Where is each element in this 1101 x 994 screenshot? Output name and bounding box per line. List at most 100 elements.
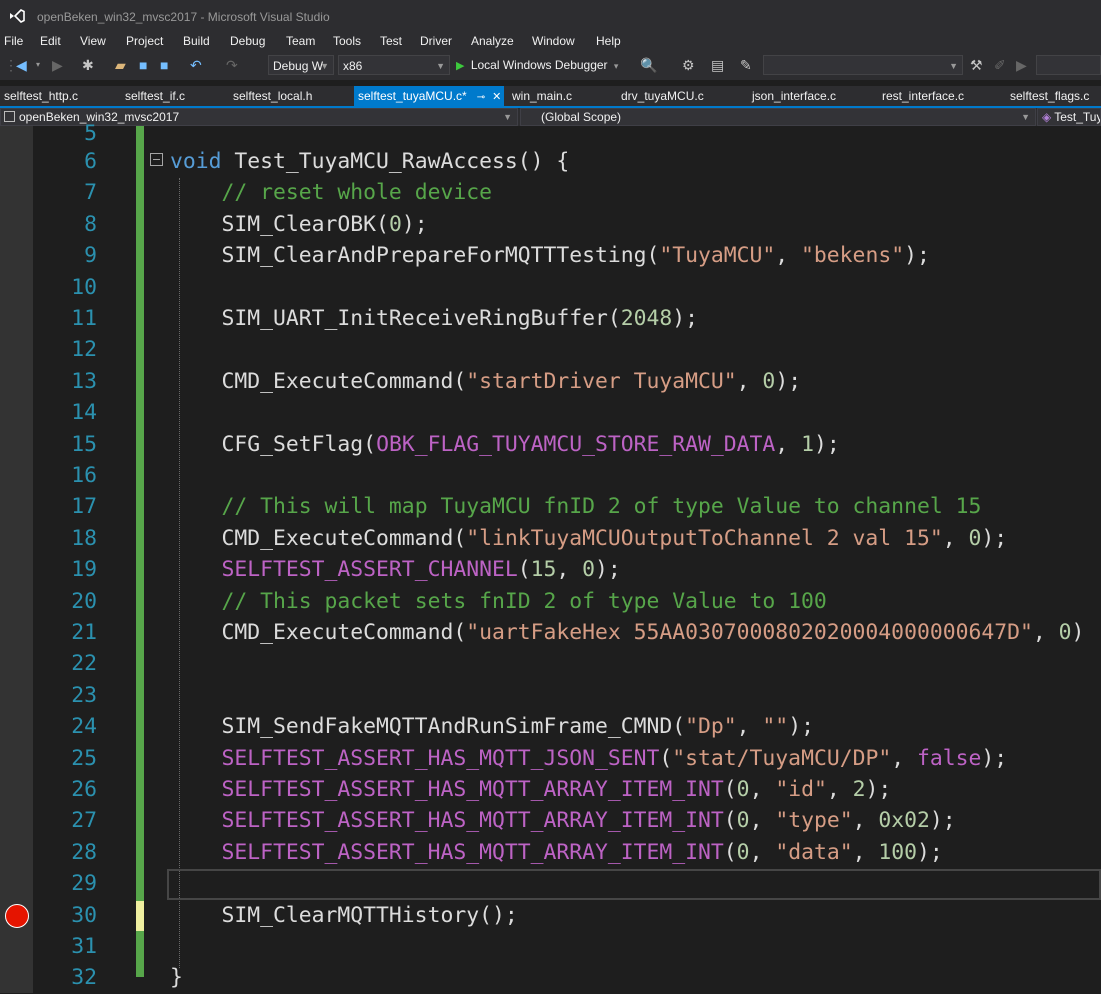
code-line: 25 SELFTEST_ASSERT_HAS_MQTT_JSON_SENT("s… bbox=[0, 743, 1101, 774]
line-number: 30 bbox=[71, 902, 97, 928]
code-token: 0 bbox=[762, 368, 776, 394]
code-line: 23 bbox=[0, 680, 1101, 711]
code-text: SELFTEST_ASSERT_HAS_MQTT_ARRAY_ITEM_INT(… bbox=[170, 837, 943, 868]
pin-icon[interactable]: ⊸ bbox=[477, 92, 485, 103]
tab-drv-tuyamcu[interactable]: drv_tuyaMCU.c bbox=[621, 86, 704, 106]
tab-label: rest_interface.c bbox=[882, 89, 965, 103]
start-debugger-button[interactable]: ▶ Local Windows Debugger ▾ bbox=[456, 56, 618, 74]
line-number: 24 bbox=[71, 714, 97, 740]
code-line: 22 bbox=[0, 648, 1101, 679]
search-combo[interactable] bbox=[1036, 55, 1101, 75]
menu-analyze[interactable]: Analyze bbox=[471, 34, 514, 48]
code-editor[interactable]: 5 6 void Test_TuyaMCU_RawAccess() {7 // r… bbox=[0, 121, 1101, 993]
code-text: SIM_UART_InitReceiveRingBuffer(2048); bbox=[170, 303, 699, 334]
line-number: 19 bbox=[71, 557, 97, 583]
code-line: 16 bbox=[0, 460, 1101, 491]
menu-edit[interactable]: Edit bbox=[40, 34, 61, 48]
navigate-back-icon[interactable]: ◀ bbox=[16, 57, 27, 73]
find-combo[interactable]: ▼ bbox=[763, 55, 963, 75]
tab-rest-interface[interactable]: rest_interface.c bbox=[882, 86, 964, 106]
code-token: OBK_FLAG_TUYAMCU_STORE_RAW_DATA bbox=[376, 431, 776, 457]
code-token: 0x02 bbox=[878, 808, 930, 834]
save-all-icon[interactable]: ■ bbox=[160, 57, 168, 73]
line-number: 25 bbox=[71, 745, 97, 771]
new-project-icon[interactable]: ✱ bbox=[82, 57, 94, 73]
tab-json-interface[interactable]: json_interface.c bbox=[752, 86, 836, 106]
code-token: ); bbox=[981, 745, 1008, 771]
chevron-down-icon: ▼ bbox=[436, 61, 445, 71]
chevron-down-icon: ▾ bbox=[613, 61, 619, 71]
code-token: ( bbox=[723, 808, 737, 834]
attach-icon[interactable]: ⚙ bbox=[682, 57, 695, 73]
menu-driver[interactable]: Driver bbox=[420, 34, 452, 48]
navigate-forward-icon[interactable]: ▶ bbox=[52, 57, 63, 73]
menu-team[interactable]: Team bbox=[286, 34, 315, 48]
code-line: 19 SELFTEST_ASSERT_CHANNEL(15, 0); bbox=[0, 554, 1101, 585]
code-token: , bbox=[749, 808, 776, 834]
title-bar: openBeken_win32_mvsc2017 - Microsoft Vis… bbox=[0, 0, 1101, 32]
find-in-files-icon[interactable]: 🔍 bbox=[640, 57, 657, 73]
code-token: ( bbox=[723, 839, 737, 865]
tab-win-main[interactable]: win_main.c bbox=[512, 86, 572, 106]
tools-icon[interactable]: ⚒ bbox=[970, 57, 983, 73]
menu-file[interactable]: File bbox=[4, 34, 23, 48]
pencil-icon[interactable]: ✐ bbox=[994, 57, 1006, 73]
save-icon[interactable]: ■ bbox=[139, 57, 147, 73]
code-token: "id" bbox=[775, 777, 827, 802]
code-token: // reset whole device bbox=[221, 180, 492, 206]
run-icon[interactable]: ▶ bbox=[1016, 57, 1027, 73]
code-line: 15 CFG_SetFlag(OBK_FLAG_TUYAMCU_STORE_RA… bbox=[0, 429, 1101, 460]
comment-icon[interactable]: ▤ bbox=[711, 57, 724, 73]
code-token: ); bbox=[904, 243, 930, 269]
line-number: 28 bbox=[71, 839, 97, 865]
close-icon[interactable]: ✕ bbox=[492, 91, 501, 103]
menu-test[interactable]: Test bbox=[380, 34, 402, 48]
code-token: , bbox=[556, 557, 583, 583]
menu-build[interactable]: Build bbox=[183, 34, 210, 48]
code-text: // reset whole device bbox=[170, 177, 492, 208]
bookmark-icon[interactable]: ✎ bbox=[740, 57, 752, 73]
code-token: , bbox=[852, 839, 879, 865]
code-token: SELFTEST_ASSERT_HAS_MQTT_ARRAY_ITEM_INT bbox=[221, 808, 724, 834]
solution-configuration-select[interactable]: Debug W ▼ bbox=[268, 55, 334, 75]
code-text: // This will map TuyaMCU fnID 2 of type … bbox=[170, 491, 982, 522]
back-dropdown-icon[interactable]: ▾ bbox=[36, 57, 40, 73]
code-token: 0 bbox=[968, 525, 982, 551]
code-token: // This will map TuyaMCU fnID 2 of type … bbox=[221, 494, 982, 520]
code-token: "Dp" bbox=[685, 714, 737, 740]
code-line: 31 bbox=[0, 931, 1101, 962]
tab-label: selftest_flags.c bbox=[1010, 89, 1090, 103]
menu-window[interactable]: Window bbox=[532, 34, 575, 48]
open-file-icon[interactable]: ▰ bbox=[115, 57, 126, 73]
tab-selftest-flags[interactable]: selftest_flags.c bbox=[1010, 86, 1089, 106]
code-text: CMD_ExecuteCommand("linkTuyaMCUOutputToC… bbox=[170, 523, 1008, 554]
solution-platform-select[interactable]: x86 ▼ bbox=[338, 55, 450, 75]
code-text: CFG_SetFlag(OBK_FLAG_TUYAMCU_STORE_RAW_D… bbox=[170, 429, 840, 460]
code-line: 7 // reset whole device bbox=[0, 177, 1101, 208]
menu-help[interactable]: Help bbox=[596, 34, 621, 48]
code-text: CMD_ExecuteCommand("startDriver TuyaMCU"… bbox=[170, 366, 802, 397]
tab-selftest-local[interactable]: selftest_local.h bbox=[233, 86, 312, 106]
code-line: 6 void Test_TuyaMCU_RawAccess() { bbox=[0, 146, 1101, 177]
code-token: , bbox=[736, 714, 763, 740]
tab-selftest-tuyamcu[interactable]: selftest_tuyaMCU.c* ⊸ ✕ bbox=[354, 86, 504, 106]
code-token: "stat/TuyaMCU/DP" bbox=[672, 745, 892, 771]
code-token: , bbox=[1032, 620, 1059, 645]
redo-icon[interactable]: ↷ bbox=[226, 57, 238, 73]
line-number: 27 bbox=[71, 808, 97, 834]
undo-icon[interactable]: ↶ bbox=[190, 57, 202, 73]
collapse-outline-icon[interactable] bbox=[150, 153, 163, 166]
code-token: 2048 bbox=[620, 306, 673, 331]
menu-project[interactable]: Project bbox=[126, 34, 163, 48]
menu-view[interactable]: View bbox=[80, 34, 106, 48]
code-token: CMD_ExecuteCommand( bbox=[170, 525, 467, 551]
breakpoint-icon[interactable] bbox=[5, 904, 29, 928]
tab-label: selftest_if.c bbox=[125, 89, 186, 103]
menu-debug[interactable]: Debug bbox=[230, 34, 265, 48]
tab-selftest-if[interactable]: selftest_if.c bbox=[125, 86, 185, 106]
menu-tools[interactable]: Tools bbox=[333, 34, 361, 48]
tab-selftest-http[interactable]: selftest_http.c bbox=[4, 86, 78, 106]
